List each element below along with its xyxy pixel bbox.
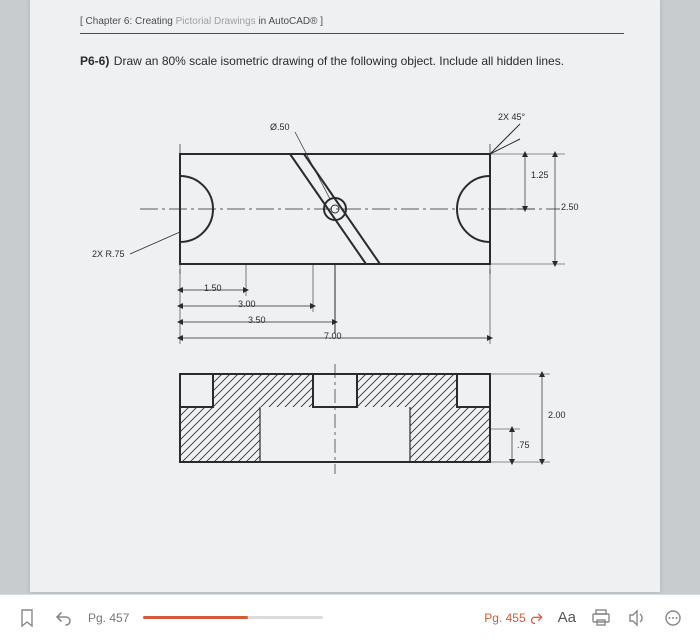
dim-1_25: 1.25 xyxy=(531,170,549,180)
problem-id: P6-6) xyxy=(80,54,109,68)
print-icon[interactable] xyxy=(590,607,612,629)
problem-text: Draw an 80% scale isometric drawing of t… xyxy=(114,54,564,68)
dim-7_00: 7.00 xyxy=(324,331,342,341)
more-icon[interactable] xyxy=(662,607,684,629)
redo-icon xyxy=(530,611,544,625)
dim-2_00: 2.00 xyxy=(548,410,566,420)
chapter-label: in AutoCAD® ] xyxy=(258,16,323,27)
dim-chamfer: 2X 45° xyxy=(498,112,525,122)
dim-3_50: 3.50 xyxy=(248,315,266,325)
dim-3_00: 3.00 xyxy=(238,299,256,309)
technical-drawing: Ø.50 2X R.75 2X 45° 1.25 2.50 1.50 3.00 … xyxy=(80,84,620,504)
page-right-text: Pg. 455 xyxy=(484,611,525,625)
dim-radius: 2X R.75 xyxy=(92,249,125,259)
page-left-label: Pg. 457 xyxy=(88,611,129,625)
font-size-button[interactable]: Aa xyxy=(558,609,576,626)
progress-bar[interactable] xyxy=(143,616,323,619)
undo-icon[interactable] xyxy=(52,607,74,629)
sound-icon[interactable] xyxy=(626,607,648,629)
progress-fill xyxy=(143,616,247,619)
chapter-plain: [ Chapter 6 xyxy=(80,16,129,27)
reader-toolbar: Pg. 457 Pg. 455 Aa xyxy=(0,594,700,640)
bookmark-icon[interactable] xyxy=(16,607,38,629)
problem-statement: P6-6) Draw an 80% scale isometric drawin… xyxy=(80,52,600,70)
document-page: [ Chapter 6: Creating Pictorial Drawings… xyxy=(30,0,660,592)
divider xyxy=(80,33,624,34)
dim-diameter: Ø.50 xyxy=(270,122,290,132)
dim-2_50: 2.50 xyxy=(561,202,579,212)
dim-1_50: 1.50 xyxy=(204,283,222,293)
chapter-label: Creating xyxy=(135,16,173,27)
page-right-label[interactable]: Pg. 455 xyxy=(484,611,543,625)
chapter-header: [ Chapter 6: Creating Pictorial Drawings… xyxy=(80,16,624,27)
dim-0_75: .75 xyxy=(517,440,530,450)
chapter-grey: Pictorial Drawings xyxy=(176,16,256,27)
